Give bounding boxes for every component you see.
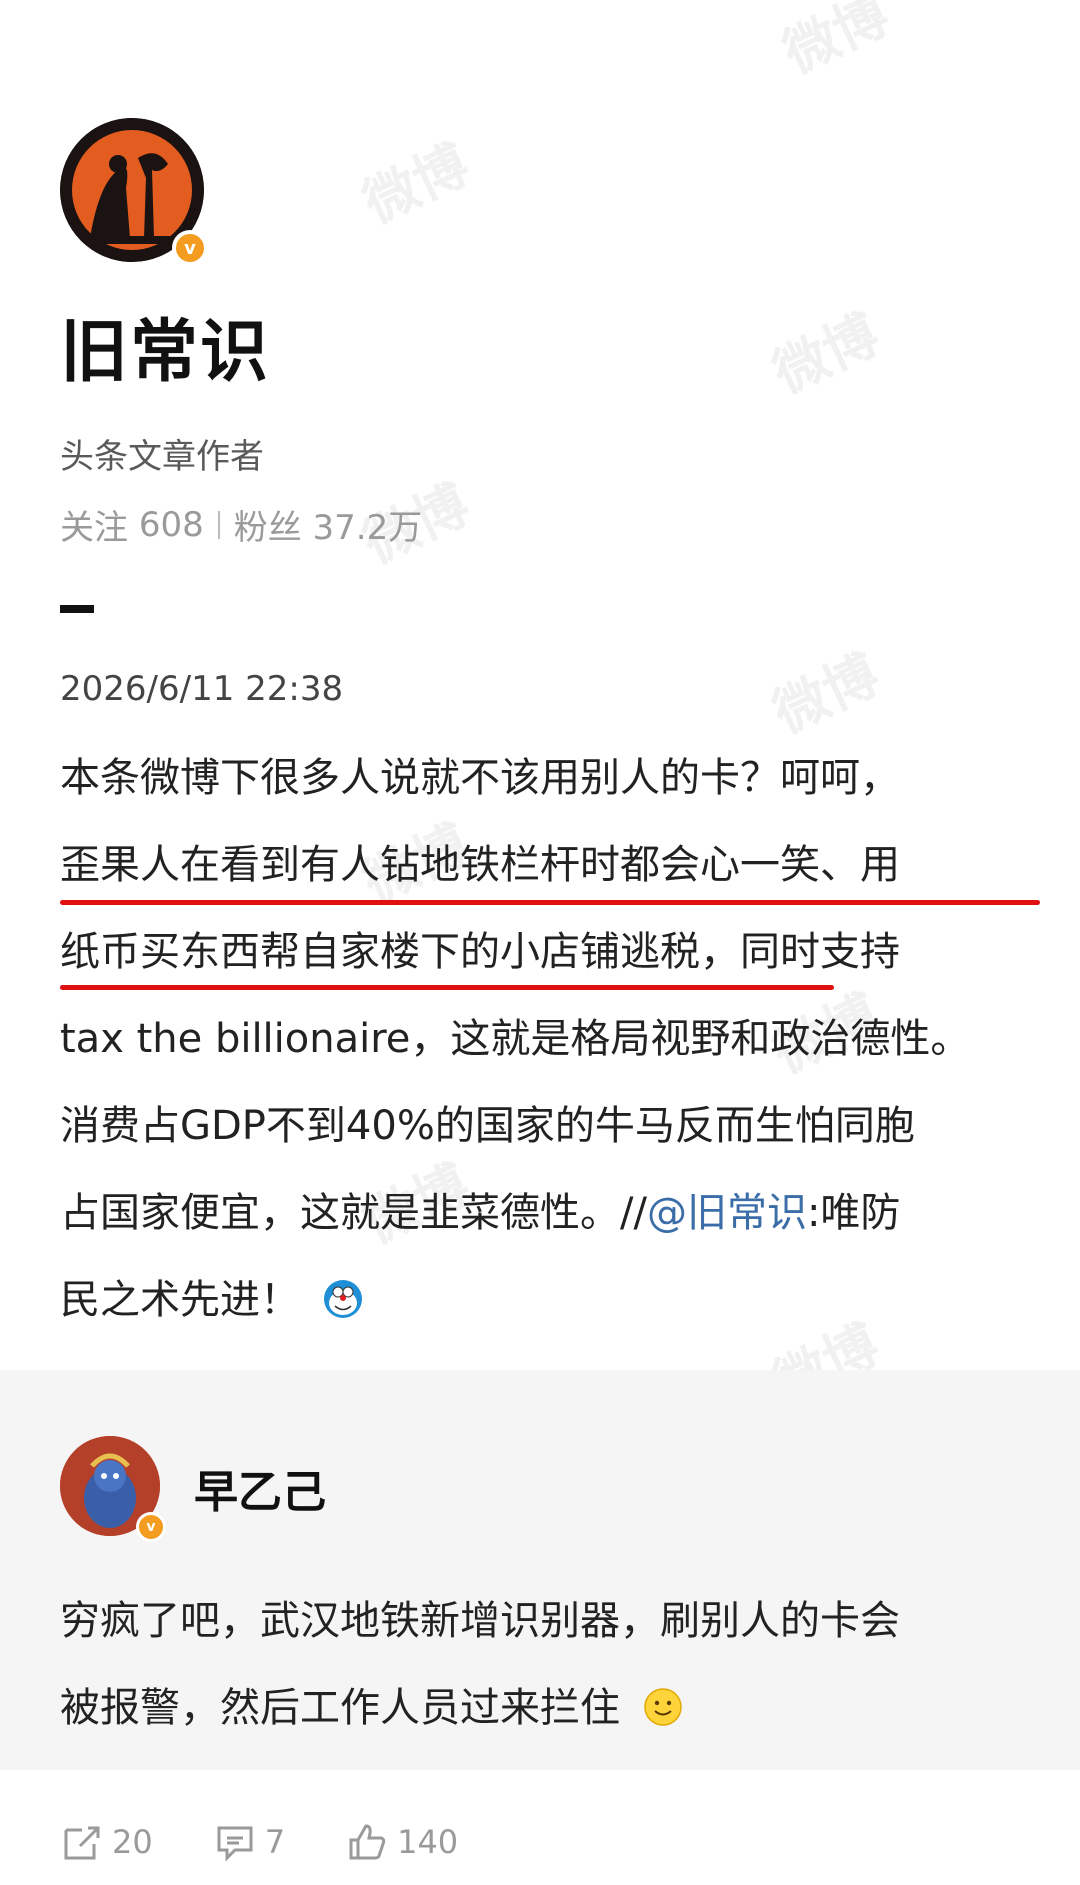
red-underline — [60, 985, 834, 990]
followers-count[interactable]: 37.2万 — [313, 500, 423, 549]
post-line: 占国家便宜，这就是韭菜德性。//@旧常识:唯防 — [60, 1170, 1045, 1257]
comment-line: 被报警，然后工作人员过来拦住 — [60, 1665, 1020, 1752]
share-button[interactable]: 20 — [60, 1820, 153, 1864]
comment-text: 穷疯了吧，武汉地铁新增识别器，刷别人的卡会 被报警，然后工作人员过来拦住 — [60, 1578, 1020, 1752]
post-line: 民之术先进！ — [60, 1257, 1045, 1344]
verified-badge-icon: v — [172, 230, 208, 266]
stats-divider — [217, 510, 220, 539]
share-icon — [64, 1826, 100, 1860]
like-button[interactable]: 140 — [345, 1820, 458, 1864]
profile-role: 头条文章作者 — [60, 437, 264, 477]
share-count: 20 — [112, 1823, 153, 1861]
post-line-highlighted: 纸币买东西帮自家楼下的小店铺逃税，同时支持 — [60, 909, 1045, 996]
like-count: 140 — [397, 1823, 459, 1861]
avatar[interactable]: v — [60, 118, 210, 268]
thumbs-up-icon — [349, 1824, 386, 1860]
comment-avatar[interactable]: v — [60, 1436, 166, 1542]
comment-button[interactable]: 7 — [213, 1820, 285, 1864]
post-line-text: :唯防 — [806, 1190, 901, 1236]
post-line: tax the billionaire，这就是格局视野和政治德性。 — [60, 1016, 971, 1062]
profile-stats: 关注 608 粉丝 37.2万 — [60, 500, 1020, 549]
red-underline — [60, 900, 1040, 905]
comment-author[interactable]: 早乙己 — [194, 1456, 326, 1520]
following-label[interactable]: 关注 — [60, 500, 128, 549]
post-line: 消费占GDP不到40%的国家的牛马反而生怕同胞 — [60, 1103, 915, 1149]
smile-emoji-icon — [643, 1671, 683, 1726]
section-divider — [60, 605, 94, 613]
comment-line-text: 被报警，然后工作人员过来拦住 — [60, 1685, 620, 1731]
verified-badge-icon: v — [136, 1512, 166, 1542]
post-line-text: 民之术先进！ — [60, 1277, 300, 1323]
mention-link[interactable]: @旧常识 — [647, 1190, 807, 1236]
post-line-text: 纸币买东西帮自家楼下的小店铺逃税，同时支持 — [60, 929, 900, 975]
post-body: 本条微博下很多人说就不该用别人的卡？呵呵， 歪果人在看到有人钻地铁栏杆时都会心一… — [60, 735, 1045, 1344]
action-bar: 20 7 140 — [60, 1820, 458, 1864]
profile-header: v 旧常识 头条文章作者 关注 608 粉丝 37.2万 2026/6/11 2… — [60, 118, 1020, 709]
post-line-text: 歪果人在看到有人钻地铁栏杆时都会心一笑、用 — [60, 842, 900, 888]
doraemon-emoji-icon — [323, 1263, 363, 1318]
reposted-comment[interactable]: v 早乙己 穷疯了吧，武汉地铁新增识别器，刷别人的卡会 被报警，然后工作人员过来… — [0, 1370, 1080, 1770]
post-line: 本条微博下很多人说就不该用别人的卡？呵呵， — [60, 755, 900, 801]
comment-count: 7 — [264, 1823, 286, 1861]
profile-name[interactable]: 旧常识 — [60, 296, 1020, 395]
followers-label[interactable]: 粉丝 — [234, 500, 302, 549]
post-line-text: 占国家便宜，这就是韭菜德性。// — [60, 1190, 647, 1236]
comment-line: 穷疯了吧，武汉地铁新增识别器，刷别人的卡会 — [60, 1598, 900, 1644]
watermark: 微博 — [773, 0, 899, 86]
post-line-highlighted: 歪果人在看到有人钻地铁栏杆时都会心一笑、用 — [60, 822, 1045, 909]
following-count[interactable]: 608 — [139, 505, 204, 545]
post-date: 2026/6/11 22:38 — [60, 669, 344, 709]
comment-icon — [217, 1826, 253, 1862]
